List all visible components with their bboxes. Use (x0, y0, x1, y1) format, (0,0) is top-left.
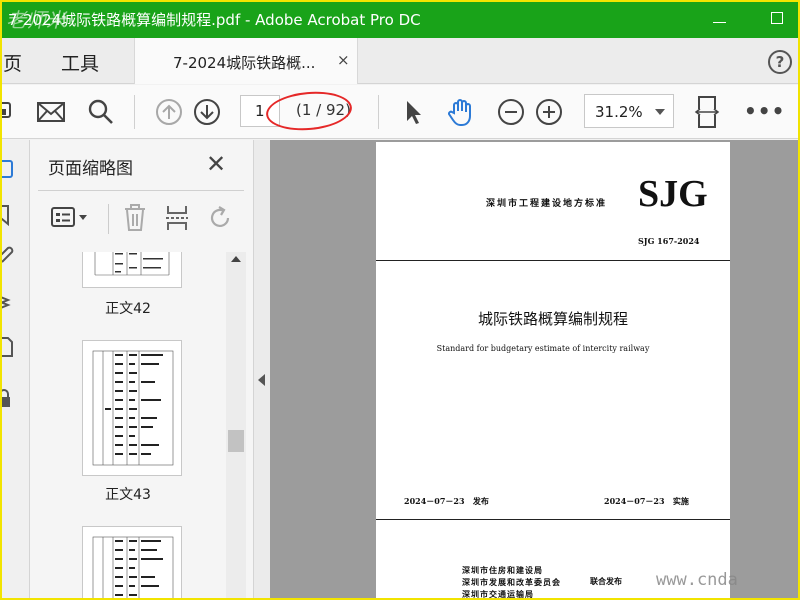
tab-home[interactable]: 主页 (0, 49, 22, 76)
document-tab-label: 7-2024城际铁路概... (173, 54, 316, 72)
issue-label: 发布 (472, 496, 489, 506)
thumbnail-content (94, 252, 170, 276)
search-icon[interactable] (86, 97, 116, 127)
zoom-select[interactable]: 31.2% (584, 94, 674, 128)
attachments-icon[interactable] (0, 244, 16, 266)
joint-issue-label: 联合发布 (590, 576, 622, 586)
scrollbar-thumb[interactable] (228, 430, 244, 452)
toolbar-divider (378, 95, 379, 129)
window-title: 7-2024城际铁路概算编制规程.pdf - Adobe Acrobat Pro… (8, 11, 421, 29)
maximize-button[interactable] (764, 6, 790, 30)
thumbnail-scrollbar[interactable] (226, 252, 246, 600)
site-watermark: www.cnda (656, 570, 738, 590)
toolbar: 1 (1 / 92) 31.2% ••• (0, 85, 800, 139)
thumbnail-list: 正文42 正文43 (30, 252, 226, 600)
thumbnail-page-43[interactable] (82, 340, 182, 476)
extract-pages-icon[interactable] (164, 204, 190, 232)
document-view[interactable]: 深圳市工程建设地方标准 SJG SJG 167-2024 城际铁路概算编制规程 … (270, 140, 800, 600)
page-rule (376, 519, 730, 520)
divider (108, 204, 109, 234)
issuer: 深圳市交通运输局 (462, 589, 534, 599)
tab-tools[interactable]: 工具 (61, 49, 99, 76)
help-icon[interactable]: ? (768, 50, 792, 74)
zoom-out-icon[interactable] (496, 97, 526, 127)
minimize-button[interactable] (706, 6, 732, 30)
scroll-up-icon[interactable] (231, 256, 241, 262)
document-icon[interactable] (0, 336, 16, 358)
layers-icon[interactable] (0, 290, 16, 312)
issue-date: 2024－07－23 (404, 496, 465, 506)
document-tab[interactable]: 7-2024城际铁路概... × (134, 38, 358, 84)
zoom-value: 31.2% (595, 103, 643, 121)
implementation-date: 2024－07－23 (604, 496, 665, 506)
mail-icon[interactable] (36, 97, 66, 127)
standard-type: 深圳市工程建设地方标准 (486, 199, 608, 209)
document-title-english: Standard for budgetary estimate of inter… (436, 344, 650, 353)
collapse-arrow-icon (258, 374, 265, 386)
select-cursor-icon[interactable] (400, 97, 426, 127)
minimize-icon (712, 21, 726, 23)
standard-code: SJG 167-2024 (638, 236, 700, 246)
thumbnail-label: 正文43 (105, 487, 151, 503)
page-thumbnails-panel: 页面缩略图 ✕ 正文42 正文43 (30, 140, 254, 600)
lock-icon[interactable] (0, 388, 16, 410)
page-thumbnails-icon[interactable] (0, 158, 16, 180)
maximize-icon (771, 12, 783, 24)
panel-toolbar (30, 198, 254, 238)
menu-tab-bar: 主页 工具 7-2024城际铁路概... × ? (0, 38, 800, 84)
zoom-in-icon[interactable] (534, 97, 564, 127)
delete-icon[interactable] (122, 204, 148, 232)
chevron-down-icon (655, 109, 665, 115)
page-rule (376, 260, 730, 261)
toolbar-divider (134, 95, 135, 129)
hand-tool-icon[interactable] (446, 97, 478, 127)
thumbnail-content (92, 536, 174, 600)
issue-date-line: 2024－07－23 发布 (404, 496, 489, 507)
thumbnail-page-44[interactable] (82, 526, 182, 600)
fit-width-icon[interactable] (694, 95, 720, 129)
left-icon-rail (0, 140, 30, 600)
issuer: 深圳市发展和改革委员会 (462, 577, 561, 587)
document-tab-close-button[interactable]: × (337, 51, 350, 69)
issuer: 深圳市住房和建设局 (462, 565, 543, 575)
thumbnail-label: 正文42 (105, 301, 151, 317)
pdf-page: 深圳市工程建设地方标准 SJG SJG 167-2024 城际铁路概算编制规程 … (376, 142, 730, 600)
document-title: 城际铁路概算编制规程 (477, 310, 628, 328)
panel-title: 页面缩略图 (48, 159, 133, 179)
thumbnail-options-icon[interactable] (50, 206, 90, 230)
create-pdf-icon[interactable] (0, 97, 16, 127)
title-bar: 老师米 7-2024城际铁路概算编制规程.pdf - Adobe Acrobat… (0, 0, 800, 38)
thumbnail-page-42[interactable] (82, 252, 182, 288)
implementation-label: 实施 (672, 496, 689, 506)
next-page-icon[interactable] (192, 97, 222, 127)
more-options-icon[interactable]: ••• (744, 99, 785, 123)
rotate-icon[interactable] (206, 204, 234, 232)
divider (38, 190, 244, 191)
panel-collapse-handle[interactable] (254, 140, 270, 600)
implementation-date-line: 2024－07－23 实施 (604, 496, 689, 507)
standard-logo: SJG (638, 173, 708, 215)
previous-page-icon[interactable] (154, 97, 184, 127)
close-panel-icon[interactable]: ✕ (206, 150, 226, 178)
bookmarks-icon[interactable] (0, 204, 16, 226)
thumbnail-content (92, 350, 174, 466)
issuing-authorities: 深圳市住房和建设局 深圳市发展和改革委员会 深圳市交通运输局 (462, 564, 561, 600)
